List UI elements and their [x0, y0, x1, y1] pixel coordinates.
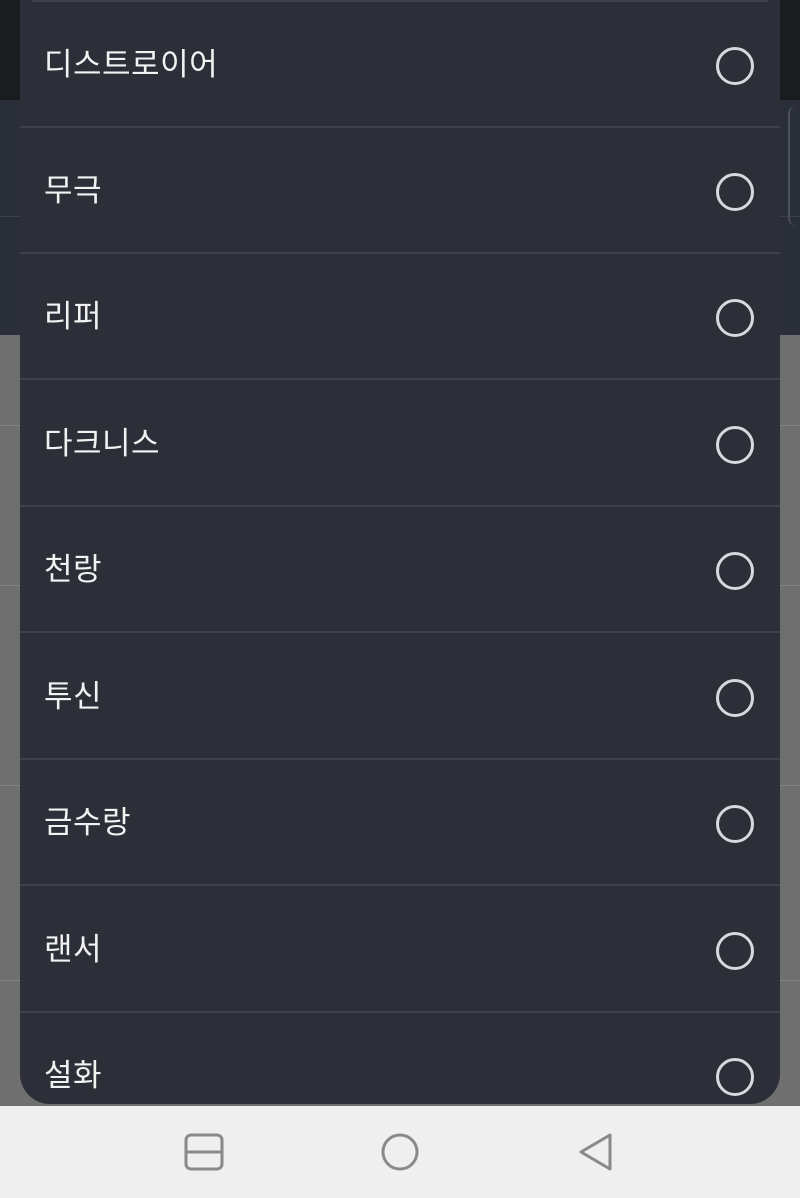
option-lancer[interactable]: 랜서	[20, 887, 780, 1013]
option-label: 무극	[44, 173, 103, 209]
radio-button-icon[interactable]	[716, 1058, 754, 1096]
back-icon	[579, 1133, 612, 1171]
radio-button-icon[interactable]	[716, 47, 754, 85]
radio-button-icon[interactable]	[716, 426, 754, 464]
radio-button-icon[interactable]	[716, 679, 754, 717]
radio-button-icon[interactable]	[716, 173, 754, 211]
option-darkness[interactable]: 다크니스	[20, 381, 780, 507]
option-label: 리퍼	[44, 299, 103, 335]
option-mugeuk[interactable]: 무극	[20, 128, 780, 254]
option-reaper[interactable]: 리퍼	[20, 254, 780, 380]
class-selection-dialog: 디스트로이어 무극 리퍼 다크니스 천랑 투신 금수랑 랜서 설화	[20, 0, 780, 1104]
option-label: 랜서	[44, 932, 103, 968]
home-button[interactable]	[350, 1106, 450, 1198]
option-geumsurang[interactable]: 금수랑	[20, 760, 780, 886]
option-cheonrang[interactable]: 천랑	[20, 507, 780, 633]
recent-apps-button[interactable]	[154, 1106, 254, 1198]
radio-button-icon[interactable]	[716, 805, 754, 843]
option-seolhwa[interactable]: 설화	[20, 1013, 780, 1104]
option-label: 디스트로이어	[44, 47, 219, 83]
radio-button-icon[interactable]	[716, 552, 754, 590]
background-edge-handle	[788, 106, 800, 226]
home-icon	[381, 1133, 419, 1171]
option-destroyer[interactable]: 디스트로이어	[20, 2, 780, 128]
option-label: 천랑	[44, 552, 103, 588]
option-label: 설화	[44, 1058, 103, 1094]
option-label: 다크니스	[44, 426, 161, 462]
option-label: 금수랑	[44, 805, 132, 841]
radio-button-icon[interactable]	[716, 932, 754, 970]
recent-apps-icon	[184, 1133, 224, 1171]
back-button[interactable]	[546, 1106, 646, 1198]
option-tusin[interactable]: 투신	[20, 634, 780, 760]
radio-button-icon[interactable]	[716, 299, 754, 337]
option-label: 투신	[44, 679, 103, 715]
navigation-bar	[0, 1106, 800, 1198]
